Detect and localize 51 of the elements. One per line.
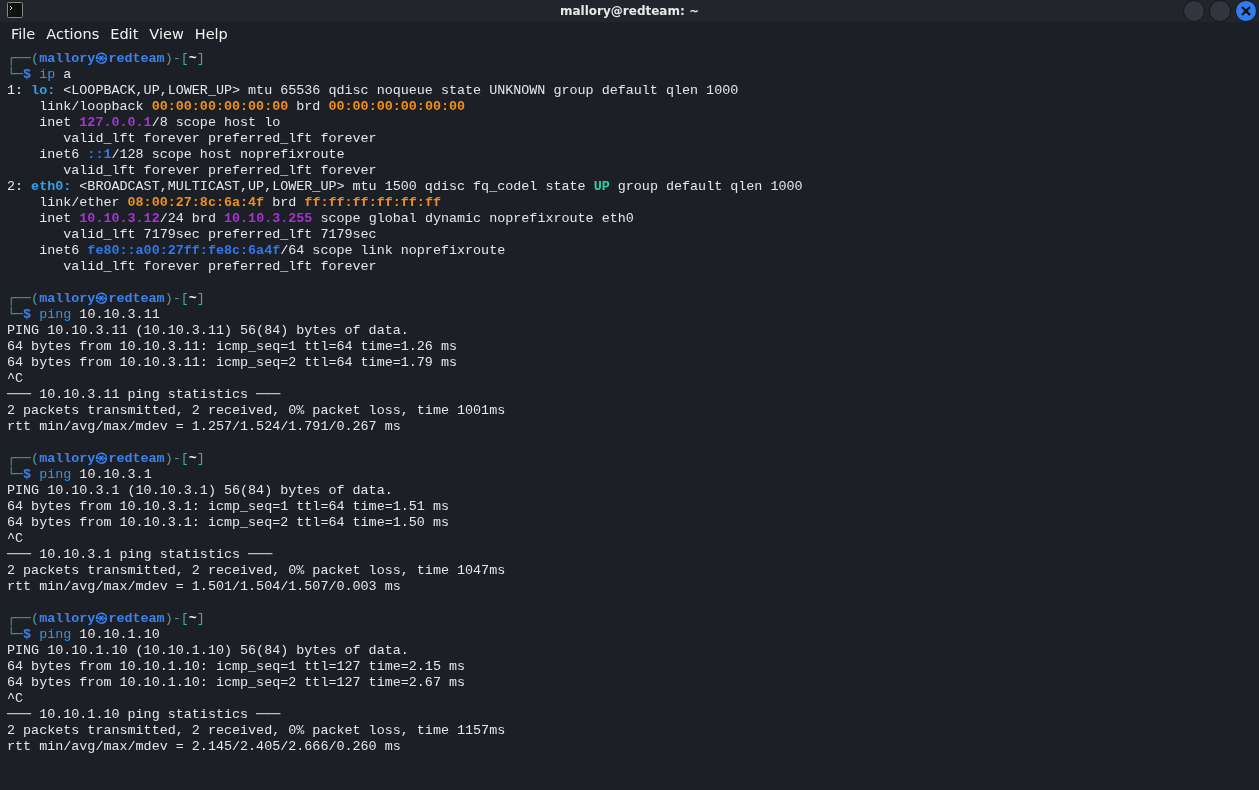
- terminal-line: rtt min/avg/max/mdev = 2.145/2.405/2.666/0.260 ms: [7, 739, 402, 755]
- terminal-line: PING 10.10.3.11 (10.10.3.11) 56(84) bytes of data.: [7, 323, 410, 339]
- close-button[interactable]: [1235, 0, 1257, 22]
- terminal-line: valid_lft forever preferred_lft forever: [62, 131, 378, 147]
- terminal-line: └─$ ping 10.10.3.11: [7, 307, 161, 323]
- terminal-line: inet 127.0.0.1/8 scope host lo: [38, 115, 282, 131]
- menu-item[interactable]: File: [0, 24, 44, 46]
- terminal-line: ─── 10.10.1.10 ping statistics ───: [7, 707, 282, 723]
- menu-item[interactable]: Help: [191, 24, 236, 46]
- terminal-line: PING 10.10.1.10 (10.10.1.10) 56(84) bytes of data.: [7, 643, 410, 659]
- terminal-line: 64 bytes from 10.10.3.1: icmp_seq=1 ttl=64 time=1.51 ms: [7, 499, 450, 515]
- terminal-line: └─$ ping 10.10.1.10: [7, 627, 161, 643]
- terminal-line: PING 10.10.3.1 (10.10.3.1) 56(84) bytes of data.: [7, 483, 394, 499]
- menu-item[interactable]: Edit: [107, 24, 147, 46]
- terminal-line: 64 bytes from 10.10.3.11: icmp_seq=2 ttl=64 time=1.79 ms: [7, 355, 458, 371]
- terminal-line: └─$ ping 10.10.3.1: [7, 467, 153, 483]
- terminal-line: 2 packets transmitted, 2 received, 0% packet loss, time 1157ms: [7, 723, 507, 739]
- terminal-line: 64 bytes from 10.10.1.10: icmp_seq=2 ttl=127 time=2.67 ms: [7, 675, 467, 691]
- terminal-line: ┌──(mallory㉿redteam)-[~]: [7, 51, 206, 67]
- terminal-line: ─── 10.10.3.1 ping statistics ───: [7, 547, 274, 563]
- menu-item[interactable]: Actions: [43, 24, 108, 46]
- terminal-line: inet6 ::1/128 scope host noprefixroute: [38, 147, 346, 163]
- terminal-line: 1: lo: <LOOPBACK,UP,LOWER_UP> mtu 65536 qdisc noqueue state UNKNOWN group default qlen 1000: [7, 83, 740, 99]
- terminal-line: 2: eth0: <BROADCAST,MULTICAST,UP,LOWER_UP> mtu 1500 qdisc fq_codel state UP group default qlen 1000: [7, 179, 804, 195]
- terminal-line: ─── 10.10.3.11 ping statistics ───: [7, 387, 282, 403]
- terminal-icon: [7, 2, 23, 18]
- terminal-line: ^C: [7, 531, 25, 547]
- terminal-line: ^C: [7, 691, 25, 707]
- window-title: mallory@redteam: ~: [560, 3, 699, 20]
- terminal-line: 64 bytes from 10.10.3.1: icmp_seq=2 ttl=64 time=1.50 ms: [7, 515, 450, 531]
- terminal-line: 2 packets transmitted, 2 received, 0% packet loss, time 1047ms: [7, 563, 507, 579]
- terminal-line: 64 bytes from 10.10.3.11: icmp_seq=1 ttl=64 time=1.26 ms: [7, 339, 458, 355]
- terminal-line: rtt min/avg/max/mdev = 1.501/1.504/1.507/0.003 ms: [7, 579, 402, 595]
- terminal-line: inet6 fe80::a00:27ff:fe8c:6a4f/64 scope link noprefixroute: [38, 243, 507, 259]
- terminal-line: ┌──(mallory㉿redteam)-[~]: [7, 451, 206, 467]
- terminal-line: 2 packets transmitted, 2 received, 0% packet loss, time 1001ms: [7, 403, 507, 419]
- terminal-line: valid_lft forever preferred_lft forever: [62, 163, 378, 179]
- minimize-button[interactable]: [1183, 0, 1205, 22]
- terminal-line: ┌──(mallory㉿redteam)-[~]: [7, 611, 206, 627]
- close-icon: [1240, 5, 1252, 17]
- terminal-line: link/ether 08:00:27:8c:6a:4f brd ff:ff:ff:ff:ff:ff: [38, 195, 442, 211]
- terminal-line: link/loopback 00:00:00:00:00:00 brd 00:00:00:00:00:00: [38, 99, 467, 115]
- terminal-line: └─$ ip a: [7, 67, 73, 83]
- terminal-line: inet 10.10.3.12/24 brd 10.10.3.255 scope global dynamic noprefixroute eth0: [38, 211, 635, 227]
- terminal-line: rtt min/avg/max/mdev = 1.257/1.524/1.791/0.267 ms: [7, 419, 402, 435]
- terminal-line: 64 bytes from 10.10.1.10: icmp_seq=1 ttl=127 time=2.15 ms: [7, 659, 467, 675]
- terminal-line: valid_lft forever preferred_lft forever: [62, 259, 378, 275]
- terminal-line: ┌──(mallory㉿redteam)-[~]: [7, 291, 206, 307]
- terminal-line: valid_lft 7179sec preferred_lft 7179sec: [62, 227, 378, 243]
- terminal-line: ^C: [7, 371, 25, 387]
- menu-item[interactable]: View: [146, 24, 192, 46]
